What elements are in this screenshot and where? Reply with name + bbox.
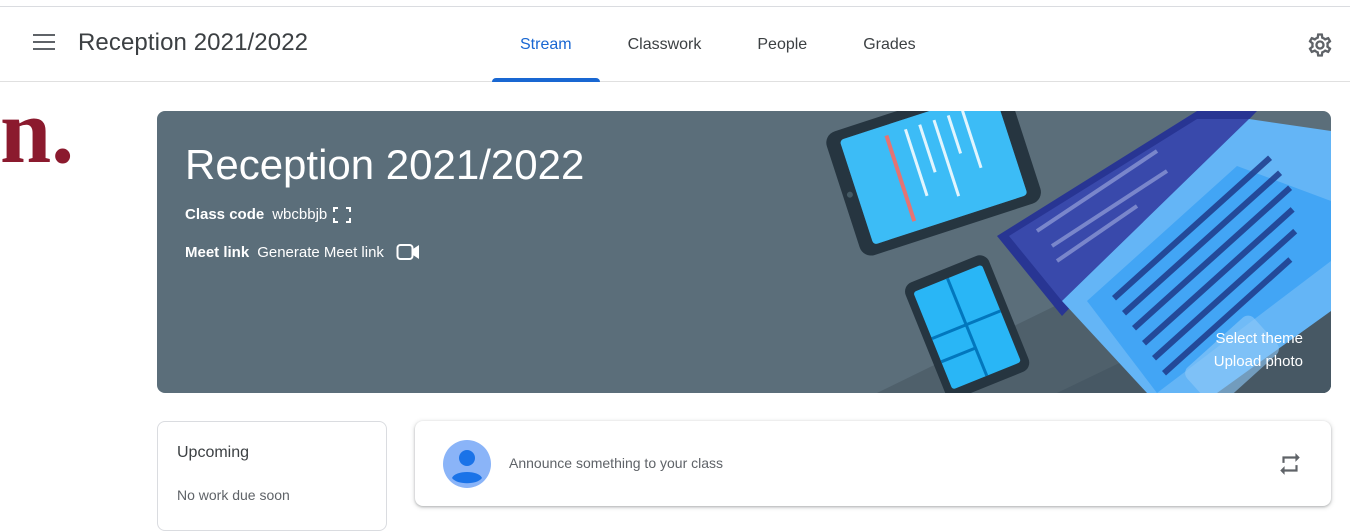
repost-icon[interactable] [1277,451,1303,477]
meet-link-label: Meet link [185,243,250,261]
meet-link-row: Meet link Generate Meet link [185,243,420,261]
class-code-label: Class code [185,206,265,223]
class-banner: Reception 2021/2022 Class code wbcbbjb M… [157,111,1331,393]
fullscreen-icon[interactable] [333,206,352,223]
upcoming-subtitle: No work due soon [177,487,290,503]
settings-icon[interactable] [1306,31,1334,59]
class-code-row: Class code wbcbbjb [185,206,352,223]
tab-grades[interactable]: Grades [835,7,943,82]
generate-meet-link[interactable]: Generate Meet link [257,244,384,261]
tab-bar: Stream Classwork People Grades [492,7,944,82]
avatar-icon [443,440,491,488]
upcoming-card: Upcoming No work due soon [157,421,387,531]
upload-photo-link[interactable]: Upload photo [1214,353,1303,370]
upcoming-title: Upcoming [177,444,250,461]
course-title[interactable]: Reception 2021/2022 [78,29,308,57]
menu-icon[interactable] [33,34,55,52]
tab-stream[interactable]: Stream [492,7,600,82]
select-theme-link[interactable]: Select theme [1215,330,1303,347]
banner-course-title: Reception 2021/2022 [185,141,585,188]
tab-people[interactable]: People [729,7,835,82]
video-camera-icon[interactable] [396,243,420,261]
app-bar: Reception 2021/2022 Stream Classwork Peo… [0,7,1350,82]
class-code-value: wbcbbjb [272,206,328,223]
tab-classwork[interactable]: Classwork [600,7,730,82]
brand-logo-fragment: n. [0,80,75,182]
announce-box[interactable]: Announce something to your class [415,421,1331,506]
announce-placeholder[interactable]: Announce something to your class [509,455,723,471]
